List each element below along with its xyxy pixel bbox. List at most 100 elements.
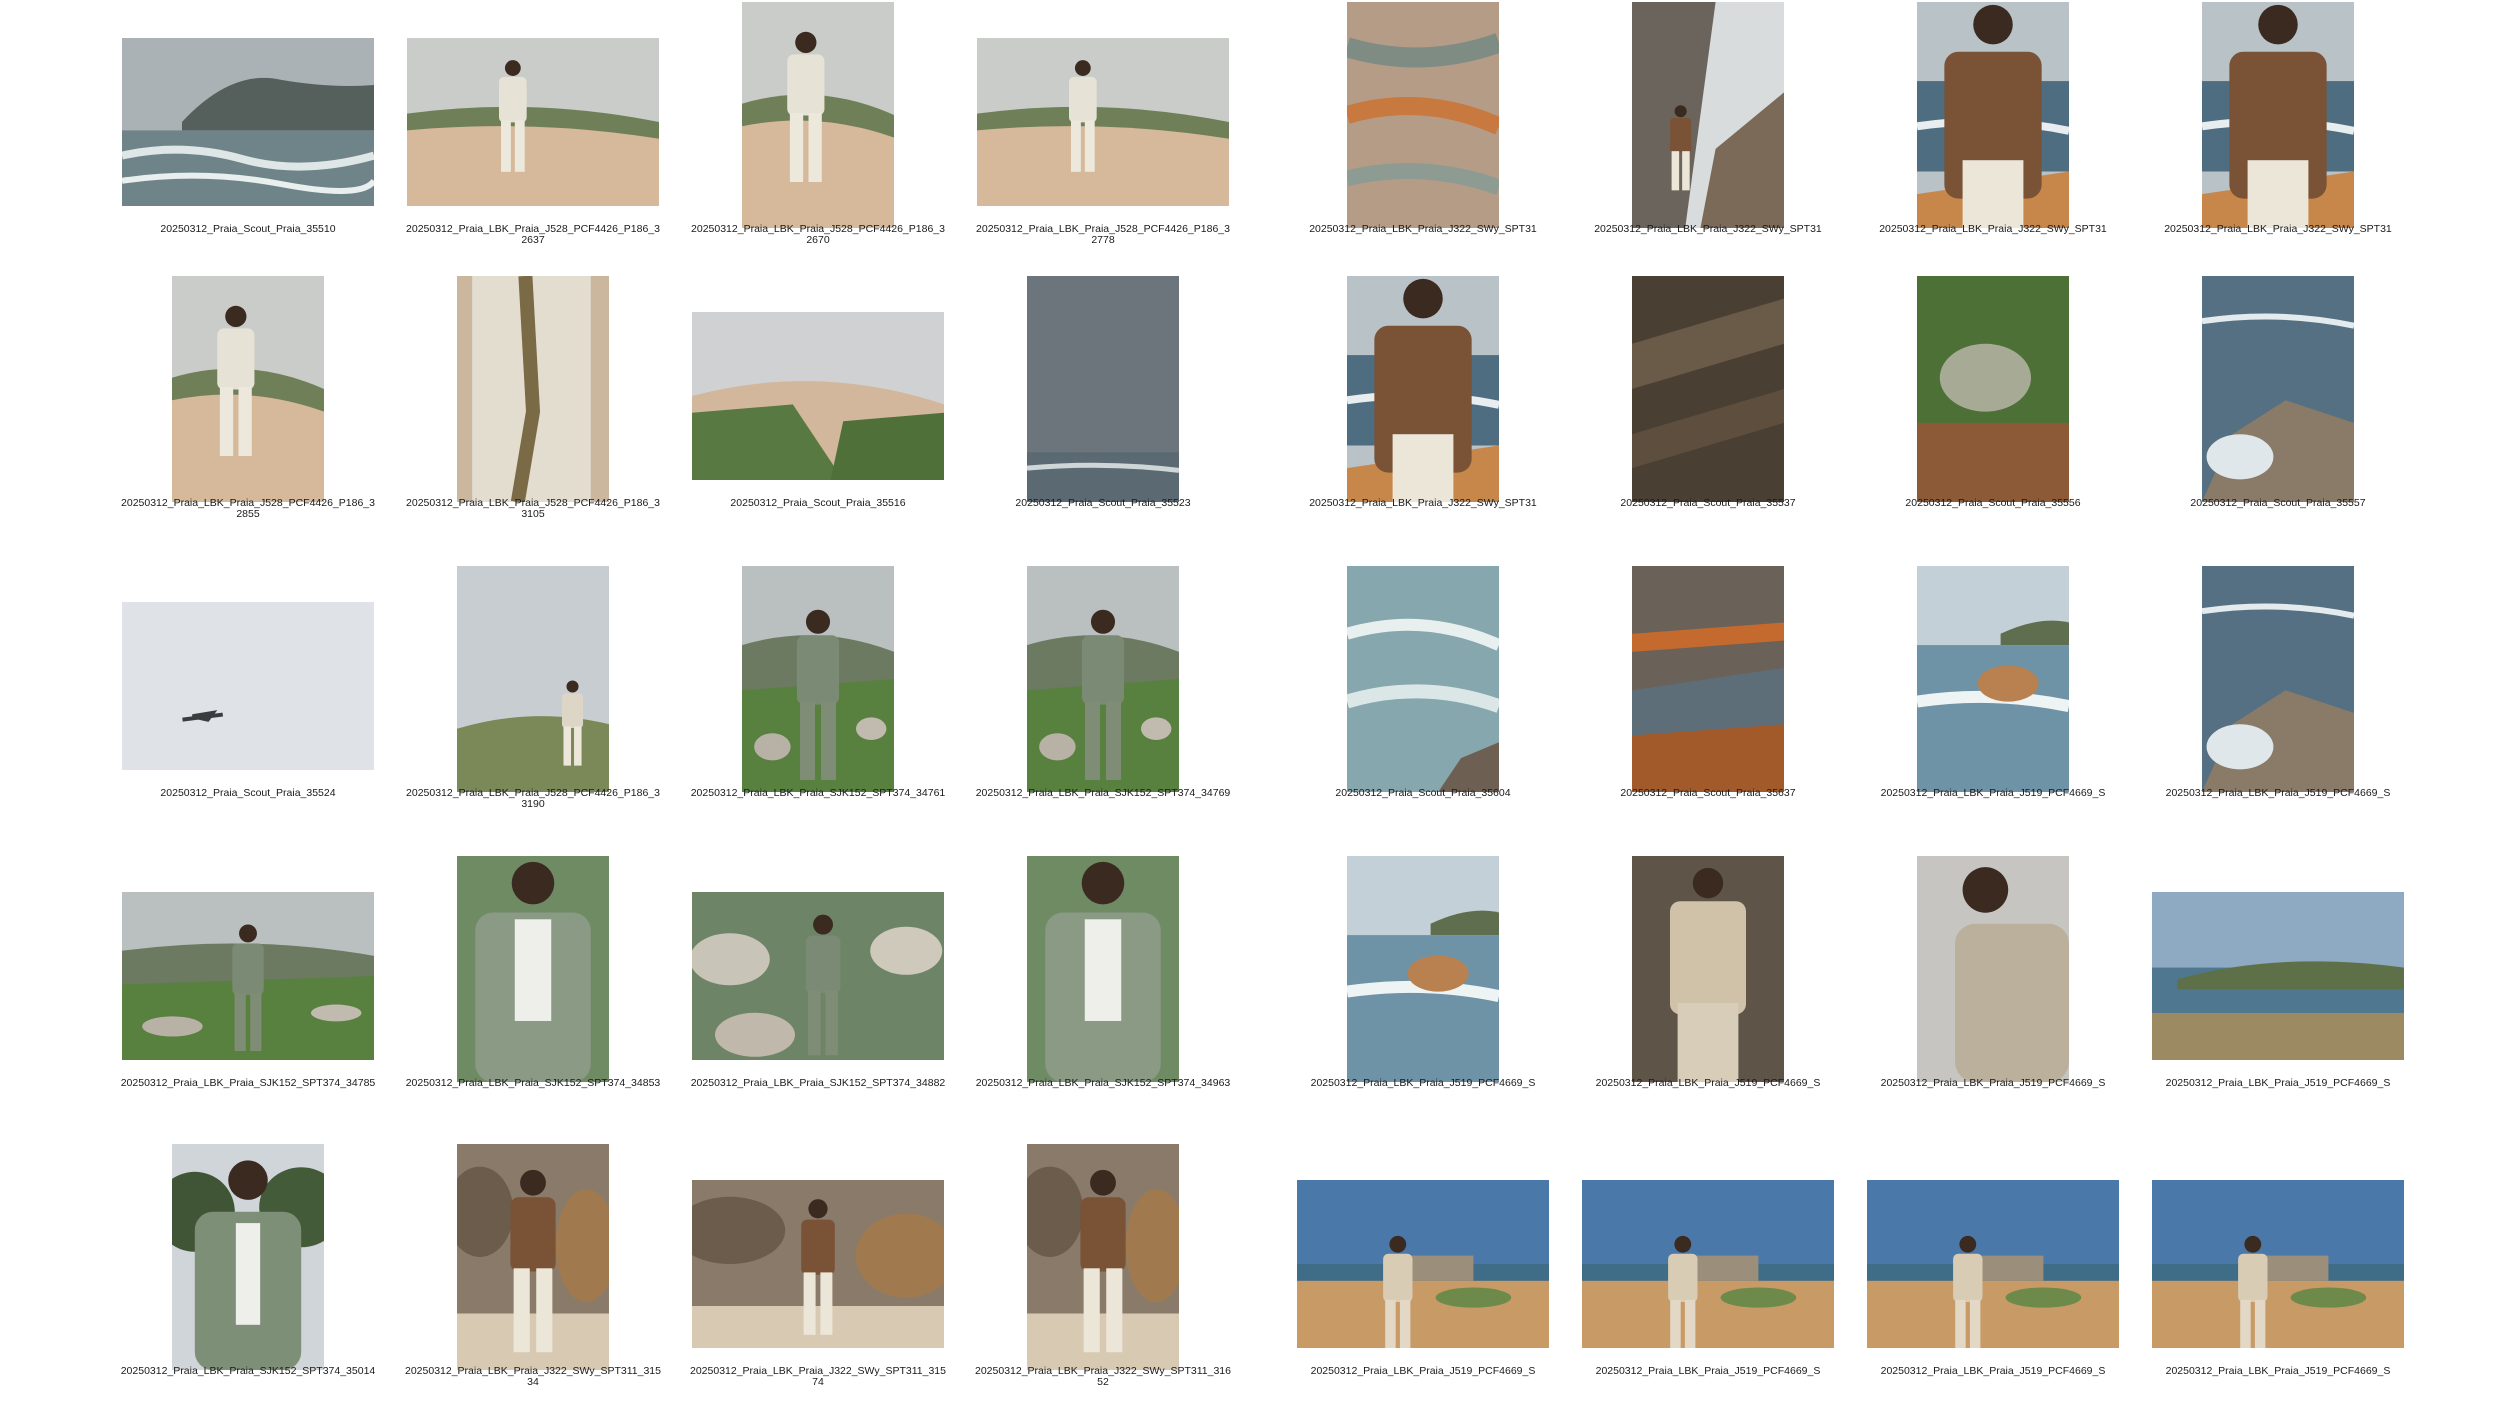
photo-filename-caption: 20250312_Praia_LBK_Praia_J519_PCF4669_S xyxy=(1595,1365,1821,1377)
photo-filename-caption: 20250312_Praia_LBK_Praia_J322_SWy_SPT311… xyxy=(405,1365,661,1388)
photo-thumbnail[interactable] xyxy=(1917,566,2069,792)
contact-sheet-cell[interactable]: 20250312_Praia_LBK_Praia_SJK152_SPT374_3… xyxy=(975,856,1231,1128)
photo-thumbnail[interactable] xyxy=(407,38,659,206)
photo-thumbnail[interactable] xyxy=(1582,1180,1834,1348)
contact-sheet-cell[interactable]: 20250312_Praia_Scout_Praia_35523 xyxy=(977,276,1229,548)
contact-sheet-cell[interactable]: 20250312_Praia_LBK_Praia_J322_SWy_SPT31 xyxy=(1297,2,1549,274)
photo-thumbnail[interactable] xyxy=(1027,1144,1179,1370)
photo-thumbnail[interactable] xyxy=(1297,1180,1549,1348)
contact-sheet-cell[interactable]: 20250312_Praia_LBK_Praia_J528_PCF4426_P1… xyxy=(406,2,660,274)
photo-thumbnail[interactable] xyxy=(2202,276,2354,502)
photo-filename-caption: 20250312_Praia_LBK_Praia_J519_PCF4669_S xyxy=(2165,1077,2391,1089)
photo-thumbnail[interactable] xyxy=(1027,856,1179,1082)
photo-filename-caption: 20250312_Praia_Scout_Praia_35557 xyxy=(2190,497,2366,509)
contact-sheet-cell[interactable]: 20250312_Praia_LBK_Praia_J322_SWy_SPT31 xyxy=(2152,2,2404,274)
contact-sheet-cell[interactable]: 20250312_Praia_LBK_Praia_SJK152_SPT374_3… xyxy=(121,856,375,1128)
photo-thumbnail[interactable] xyxy=(692,312,944,480)
photo-filename-caption: 20250312_Praia_LBK_Praia_J322_SWy_SPT31 xyxy=(1309,497,1537,509)
photo-thumbnail[interactable] xyxy=(172,1144,324,1370)
photo-thumbnail[interactable] xyxy=(1632,566,1784,792)
photo-thumbnail[interactable] xyxy=(1632,276,1784,502)
contact-sheet-cell[interactable]: 20250312_Praia_LBK_Praia_SJK152_SPT374_3… xyxy=(691,856,945,1128)
contact-sheet-cell[interactable]: 20250312_Praia_LBK_Praia_J519_PCF4669_S xyxy=(1867,856,2119,1128)
photo-filename-caption: 20250312_Praia_LBK_Praia_J322_SWy_SPT311… xyxy=(690,1365,946,1388)
photo-thumbnail[interactable] xyxy=(1027,276,1179,502)
contact-sheet-cell[interactable]: 20250312_Praia_LBK_Praia_J528_PCF4426_P1… xyxy=(691,2,945,274)
photo-filename-caption: 20250312_Praia_LBK_Praia_J519_PCF4669_S xyxy=(1880,1365,2106,1377)
photo-thumbnail[interactable] xyxy=(977,38,1229,206)
contact-sheet-cell[interactable]: 20250312_Praia_LBK_Praia_J322_SWy_SPT31 xyxy=(1582,2,1834,274)
photo-thumbnail[interactable] xyxy=(122,38,374,206)
contact-sheet-cell[interactable]: 20250312_Praia_LBK_Praia_J528_PCF4426_P1… xyxy=(406,566,660,838)
photo-filename-caption: 20250312_Praia_Scout_Praia_35637 xyxy=(1620,787,1796,799)
contact-sheet-cell[interactable]: 20250312_Praia_LBK_Praia_J322_SWy_SPT311… xyxy=(690,1144,946,1416)
contact-sheet-cell[interactable]: 20250312_Praia_LBK_Praia_J519_PCF4669_S xyxy=(1867,566,2119,838)
contact-sheet-cell[interactable]: 20250312_Praia_LBK_Praia_J322_SWy_SPT311… xyxy=(405,1144,661,1416)
contact-sheet-cell[interactable]: 20250312_Praia_Scout_Praia_35604 xyxy=(1297,566,1549,838)
contact-sheet-cell[interactable]: 20250312_Praia_LBK_Praia_J519_PCF4669_S xyxy=(2152,1144,2404,1416)
photo-filename-caption: 20250312_Praia_LBK_Praia_SJK152_SPT374_3… xyxy=(120,1365,376,1377)
photo-thumbnail[interactable] xyxy=(457,276,609,502)
photo-thumbnail[interactable] xyxy=(1347,856,1499,1082)
contact-sheet-cell[interactable]: 20250312_Praia_LBK_Praia_J519_PCF4669_S xyxy=(1582,1144,1834,1416)
contact-sheet-cell[interactable]: 20250312_Praia_Scout_Praia_35524 xyxy=(122,566,374,838)
contact-sheet-cell[interactable]: 20250312_Praia_Scout_Praia_35510 xyxy=(122,2,374,274)
photo-filename-caption: 20250312_Praia_Scout_Praia_35524 xyxy=(160,787,336,799)
photo-filename-caption: 20250312_Praia_LBK_Praia_J528_PCF4426_P1… xyxy=(691,223,945,246)
photo-thumbnail[interactable] xyxy=(122,602,374,770)
contact-sheet-cell[interactable]: 20250312_Praia_LBK_Praia_SJK152_SPT374_3… xyxy=(120,1144,376,1416)
contact-sheet-cell[interactable]: 20250312_Praia_LBK_Praia_J528_PCF4426_P1… xyxy=(121,276,375,548)
contact-sheet-cell[interactable]: 20250312_Praia_LBK_Praia_J519_PCF4669_S xyxy=(1867,1144,2119,1416)
contact-sheet-cell[interactable]: 20250312_Praia_LBK_Praia_J519_PCF4669_S xyxy=(2152,566,2404,838)
photo-thumbnail[interactable] xyxy=(2202,566,2354,792)
photo-thumbnail[interactable] xyxy=(1027,566,1179,792)
photo-thumbnail[interactable] xyxy=(1347,566,1499,792)
photo-filename-caption: 20250312_Praia_LBK_Praia_J519_PCF4669_S xyxy=(2165,1365,2391,1377)
photo-thumbnail[interactable] xyxy=(692,892,944,1060)
photo-thumbnail[interactable] xyxy=(1917,276,2069,502)
photo-thumbnail[interactable] xyxy=(692,1180,944,1348)
photo-thumbnail[interactable] xyxy=(1917,2,2069,228)
contact-sheet-cell[interactable]: 20250312_Praia_LBK_Praia_SJK152_SPT374_3… xyxy=(976,566,1230,838)
contact-sheet-cell[interactable]: 20250312_Praia_LBK_Praia_SJK152_SPT374_3… xyxy=(406,856,660,1128)
photo-thumbnail[interactable] xyxy=(742,566,894,792)
contact-sheet-cell[interactable]: 20250312_Praia_LBK_Praia_J322_SWy_SPT31 xyxy=(1867,2,2119,274)
photo-thumbnail[interactable] xyxy=(742,2,894,228)
contact-sheet-cell[interactable]: 20250312_Praia_LBK_Praia_J519_PCF4669_S xyxy=(2152,856,2404,1128)
photo-thumbnail[interactable] xyxy=(457,856,609,1082)
photo-thumbnail[interactable] xyxy=(172,276,324,502)
contact-sheet-cell[interactable]: 20250312_Praia_Scout_Praia_35556 xyxy=(1867,276,2119,548)
contact-sheet-cell[interactable]: 20250312_Praia_LBK_Praia_J322_SWy_SPT311… xyxy=(975,1144,1231,1416)
photo-thumbnail[interactable] xyxy=(457,1144,609,1370)
photo-filename-caption: 20250312_Praia_LBK_Praia_J519_PCF4669_S xyxy=(1880,787,2106,799)
contact-sheet-cell[interactable]: 20250312_Praia_Scout_Praia_35516 xyxy=(692,276,944,548)
photo-thumbnail[interactable] xyxy=(2152,892,2404,1060)
photo-filename-caption: 20250312_Praia_LBK_Praia_J528_PCF4426_P1… xyxy=(976,223,1230,246)
photo-thumbnail[interactable] xyxy=(2152,1180,2404,1348)
contact-sheet-cell[interactable]: 20250312_Praia_Scout_Praia_35557 xyxy=(2152,276,2404,548)
contact-sheet-cell[interactable]: 20250312_Praia_LBK_Praia_J322_SWy_SPT31 xyxy=(1297,276,1549,548)
photo-thumbnail[interactable] xyxy=(2202,2,2354,228)
photo-thumbnail[interactable] xyxy=(1632,856,1784,1082)
photo-filename-caption: 20250312_Praia_LBK_Praia_SJK152_SPT374_3… xyxy=(690,787,946,799)
photo-filename-caption: 20250312_Praia_LBK_Praia_J322_SWy_SPT31 xyxy=(1594,223,1822,235)
contact-sheet-cell[interactable]: 20250312_Praia_LBK_Praia_SJK152_SPT374_3… xyxy=(690,566,946,838)
photo-thumbnail[interactable] xyxy=(1347,276,1499,502)
contact-sheet-cell[interactable]: 20250312_Praia_LBK_Praia_J519_PCF4669_S xyxy=(1297,1144,1549,1416)
photo-thumbnail[interactable] xyxy=(1917,856,2069,1082)
contact-sheet-cell[interactable]: 20250312_Praia_Scout_Praia_35637 xyxy=(1582,566,1834,838)
contact-sheet-cell[interactable]: 20250312_Praia_Scout_Praia_35537 xyxy=(1582,276,1834,548)
contact-sheet-cell[interactable]: 20250312_Praia_LBK_Praia_J528_PCF4426_P1… xyxy=(976,2,1230,274)
photo-thumbnail[interactable] xyxy=(457,566,609,792)
photo-filename-caption: 20250312_Praia_LBK_Praia_J519_PCF4669_S xyxy=(2165,787,2391,799)
contact-sheet-cell[interactable]: 20250312_Praia_LBK_Praia_J519_PCF4669_S xyxy=(1297,856,1549,1128)
photo-thumbnail[interactable] xyxy=(122,892,374,1060)
contact-sheet-cell[interactable]: 20250312_Praia_LBK_Praia_J528_PCF4426_P1… xyxy=(406,276,660,548)
photo-thumbnail[interactable] xyxy=(1632,2,1784,228)
photo-filename-caption: 20250312_Praia_LBK_Praia_J519_PCF4669_S xyxy=(1310,1077,1536,1089)
photo-thumbnail[interactable] xyxy=(1347,2,1499,228)
photo-thumbnail[interactable] xyxy=(1867,1180,2119,1348)
photo-filename-caption: 20250312_Praia_LBK_Praia_SJK152_SPT374_3… xyxy=(975,1077,1231,1089)
contact-sheet-cell[interactable]: 20250312_Praia_LBK_Praia_J519_PCF4669_S xyxy=(1582,856,1834,1128)
photo-filename-caption: 20250312_Praia_LBK_Praia_J528_PCF4426_P1… xyxy=(121,497,375,520)
